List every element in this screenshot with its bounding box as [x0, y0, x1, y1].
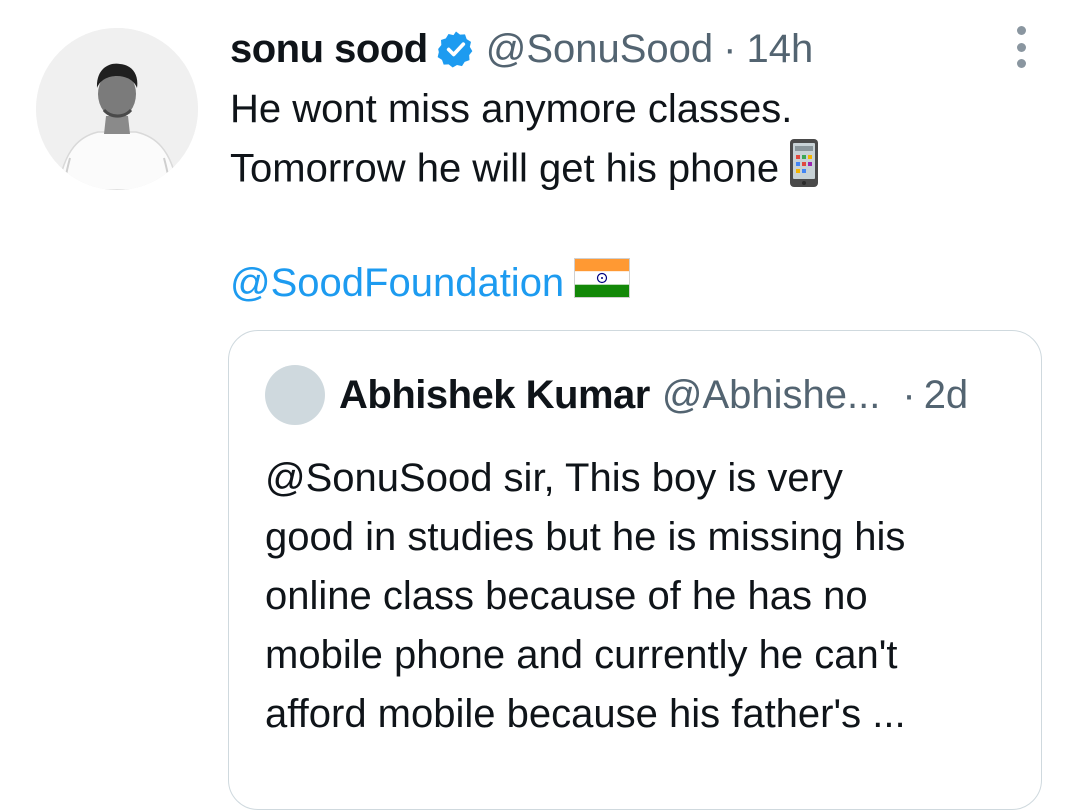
- quoted-avatar[interactable]: [265, 365, 325, 425]
- quoted-text: @SonuSood sir, This boy is very good in …: [265, 449, 906, 744]
- avatar-photo: [36, 28, 198, 190]
- mobile-phone-emoji: [789, 138, 819, 204]
- mention-link[interactable]: @SoodFoundation: [230, 261, 564, 305]
- quoted-text-line: @SonuSood sir, This boy is very: [265, 456, 843, 500]
- tweet-header: sonu sood @SonuSood · 14h: [230, 22, 813, 76]
- tweet-text: Tomorrow he will get his phone: [230, 146, 780, 191]
- verified-badge-icon: [436, 29, 476, 69]
- quoted-header: Abhishek Kumar @Abhishe... · 2d: [339, 367, 968, 423]
- author-name[interactable]: sonu sood: [230, 27, 428, 72]
- tweet-text-line: @SoodFoundation: [230, 254, 631, 314]
- quoted-timestamp: 2d: [923, 372, 969, 417]
- tweet-timestamp[interactable]: 14h: [747, 27, 814, 72]
- more-options-icon[interactable]: [1006, 26, 1036, 68]
- quoted-author-name: Abhishek Kumar: [339, 372, 650, 417]
- quoted-text-line: afford mobile because his father's ...: [265, 692, 906, 736]
- tweet-text: He wont miss anymore classes.: [230, 87, 793, 131]
- quoted-author-handle: @Abhishe...: [661, 372, 881, 417]
- tweet-text-line: Tomorrow he will get his phone: [230, 138, 819, 204]
- avatar[interactable]: [36, 28, 198, 190]
- separator-dot: ·: [723, 26, 737, 71]
- author-handle[interactable]: @SonuSood: [486, 27, 713, 72]
- tweet-text-line: He wont miss anymore classes.: [230, 80, 792, 138]
- quoted-text-line: online class because of he has no: [265, 574, 868, 618]
- quoted-tweet[interactable]: Abhishek Kumar @Abhishe... · 2d @SonuSoo…: [228, 330, 1042, 810]
- tweet[interactable]: sonu sood @SonuSood · 14h He wont miss a…: [0, 0, 1080, 810]
- quoted-text-line: good in studies but he is missing his: [265, 515, 906, 559]
- india-flag-emoji: [574, 256, 631, 314]
- separator-dot: ·: [902, 372, 916, 417]
- quoted-text-line: mobile phone and currently he can't: [265, 633, 898, 677]
